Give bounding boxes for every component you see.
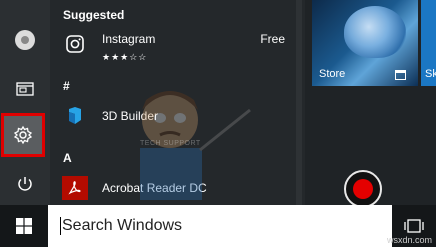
windows-logo-icon	[16, 218, 32, 234]
start-button[interactable]	[0, 205, 48, 247]
price-label: Free	[260, 32, 285, 46]
task-view-icon	[404, 219, 424, 233]
taskbar: Search Windows wsxdn.com	[0, 205, 436, 247]
section-header-suggested: Suggested	[63, 8, 125, 22]
store-tile[interactable]: Store	[312, 0, 418, 86]
gear-icon	[13, 125, 33, 145]
store-tile-image	[344, 6, 406, 58]
site-watermark: wsxdn.com	[386, 235, 432, 245]
section-header-hash: #	[63, 79, 70, 93]
instagram-icon	[62, 31, 88, 57]
section-header-a: A	[63, 151, 72, 165]
user-avatar-button[interactable]	[0, 18, 50, 62]
record-tile[interactable]	[344, 170, 382, 208]
record-icon	[353, 179, 373, 199]
search-box[interactable]: Search Windows	[48, 205, 392, 247]
documents-button[interactable]	[0, 66, 50, 110]
partial-tile-label: Sk	[425, 68, 436, 80]
3d-builder-icon	[62, 103, 88, 129]
store-bag-icon	[395, 70, 406, 80]
start-rail	[0, 0, 50, 205]
watermark-mascot-icon	[140, 91, 251, 200]
app-name: Instagram	[102, 32, 156, 46]
user-avatar-icon	[15, 30, 35, 50]
settings-button[interactable]	[1, 113, 45, 157]
store-tile-label: Store	[319, 68, 346, 80]
watermark-text: TECH SUPPORT	[140, 140, 201, 147]
documents-icon	[16, 82, 34, 96]
partial-tile[interactable]: Sk	[421, 0, 436, 86]
power-icon	[18, 177, 32, 191]
search-text: Search Windows	[62, 217, 183, 234]
power-button[interactable]	[0, 162, 50, 206]
acrobat-icon	[62, 176, 88, 200]
text-caret	[60, 217, 61, 235]
